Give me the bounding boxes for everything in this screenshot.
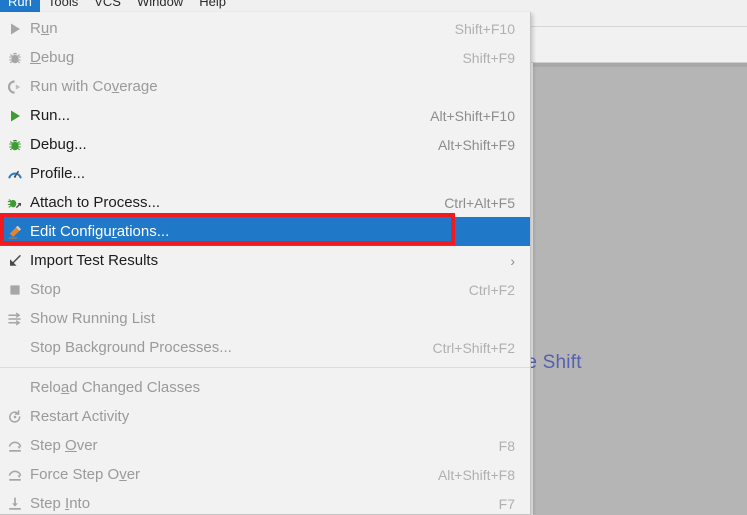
menu-item-label: Profile... xyxy=(30,165,86,182)
menu-separator xyxy=(0,367,530,368)
debug-bug-icon xyxy=(0,130,30,159)
menu-item-profile-dots[interactable]: Profile... xyxy=(0,159,530,188)
attach-process-icon xyxy=(0,188,30,217)
step-over-icon xyxy=(0,431,30,460)
menu-item-shortcut: Ctrl+Shift+F2 xyxy=(432,339,515,356)
menu-item-label: Attach to Process... xyxy=(30,194,161,211)
run-play-icon xyxy=(0,101,30,130)
run-menu-popup[interactable]: Run Shift+F10 Debug Shift+F9 Run with Covera… xyxy=(0,12,531,515)
menu-item-label: Force Step Over xyxy=(30,466,141,483)
no-icon-placeholder xyxy=(0,333,30,362)
step-over-icon xyxy=(0,460,30,489)
menu-item-shortcut: Alt+Shift+F10 xyxy=(430,107,515,124)
menu-item-debug-dots[interactable]: Debug... Alt+Shift+F9 xyxy=(0,130,530,159)
menu-item-label: Stop xyxy=(30,281,61,298)
menu-item-label: Run with Coverage xyxy=(30,78,158,95)
debug-bug-icon-disabled xyxy=(0,43,30,72)
stop-square-icon-disabled xyxy=(0,275,30,304)
menu-item-restart-activity[interactable]: Restart Activity xyxy=(0,402,530,431)
menu-item-show-running-list[interactable]: Show Running List xyxy=(0,304,530,333)
menu-item-label: Debug... xyxy=(30,136,87,153)
menu-item-label: Show Running List xyxy=(30,310,156,327)
menu-item-label: Step Into xyxy=(30,495,91,512)
menu-item-label: Stop Background Processes... xyxy=(30,339,232,356)
menu-item-shortcut: Ctrl+Alt+F5 xyxy=(444,194,515,211)
menu-item-shortcut: F7 xyxy=(498,495,515,512)
menu-item-shortcut: Alt+Shift+F9 xyxy=(437,136,515,153)
import-results-icon xyxy=(0,246,30,275)
chevron-right-icon: › xyxy=(510,252,515,269)
menu-item-label: Debug xyxy=(30,49,75,66)
menu-item-attach-to-process[interactable]: Attach to Process... Ctrl+Alt+F5 xyxy=(0,188,530,217)
menu-item-run[interactable]: Run Shift+F10 xyxy=(0,14,530,43)
menu-item-label: Step Over xyxy=(30,437,98,454)
menu-item-stop-background-processes[interactable]: Stop Background Processes... Ctrl+Shift+F… xyxy=(0,333,530,362)
menu-item-stop[interactable]: Stop Ctrl+F2 xyxy=(0,275,530,304)
editor-area xyxy=(533,67,747,515)
menu-item-label: Restart Activity xyxy=(30,408,130,425)
menu-item-force-step-over[interactable]: Force Step Over Alt+Shift+F8 xyxy=(0,460,530,489)
menu-item-run-dots[interactable]: Run... Alt+Shift+F10 xyxy=(0,101,530,130)
menu-item-import-test-results[interactable]: Import Test Results › xyxy=(0,246,530,275)
no-icon-placeholder xyxy=(0,373,30,402)
menu-item-step-into[interactable]: Step Into F7 xyxy=(0,489,530,514)
menu-item-reload-changed-classes[interactable]: Reload Changed Classes xyxy=(0,373,530,402)
menu-item-step-over[interactable]: Step Over F8 xyxy=(0,431,530,460)
menu-item-edit-configurations[interactable]: Edit Configurations... xyxy=(0,217,530,246)
profile-gauge-icon xyxy=(0,159,30,188)
menu-item-run-with-coverage[interactable]: Run with Coverage xyxy=(0,72,530,101)
edit-pencil-icon xyxy=(0,217,30,246)
running-list-icon-disabled xyxy=(0,304,30,333)
menu-item-shortcut: F8 xyxy=(498,437,515,454)
step-into-icon xyxy=(0,489,30,514)
restart-activity-icon xyxy=(0,402,30,431)
run-play-icon-disabled xyxy=(0,14,30,43)
menu-item-label: Edit Configurations... xyxy=(30,223,170,240)
menu-item-shortcut: Shift+F10 xyxy=(454,20,515,37)
menu-item-shortcut: Ctrl+F2 xyxy=(468,281,515,298)
menu-item-debug[interactable]: Debug Shift+F9 xyxy=(0,43,530,72)
menu-item-label: Run... xyxy=(30,107,71,124)
menu-item-label: Run xyxy=(30,20,58,37)
run-menu-list: Run Shift+F10 Debug Shift+F9 Run with Covera… xyxy=(0,12,530,514)
menu-item-label: Reload Changed Classes xyxy=(30,379,201,396)
menu-item-shortcut: Shift+F9 xyxy=(462,49,515,66)
menu-item-shortcut: Alt+Shift+F8 xyxy=(437,466,515,483)
coverage-icon-disabled xyxy=(0,72,30,101)
menu-item-label: Import Test Results xyxy=(30,252,159,269)
